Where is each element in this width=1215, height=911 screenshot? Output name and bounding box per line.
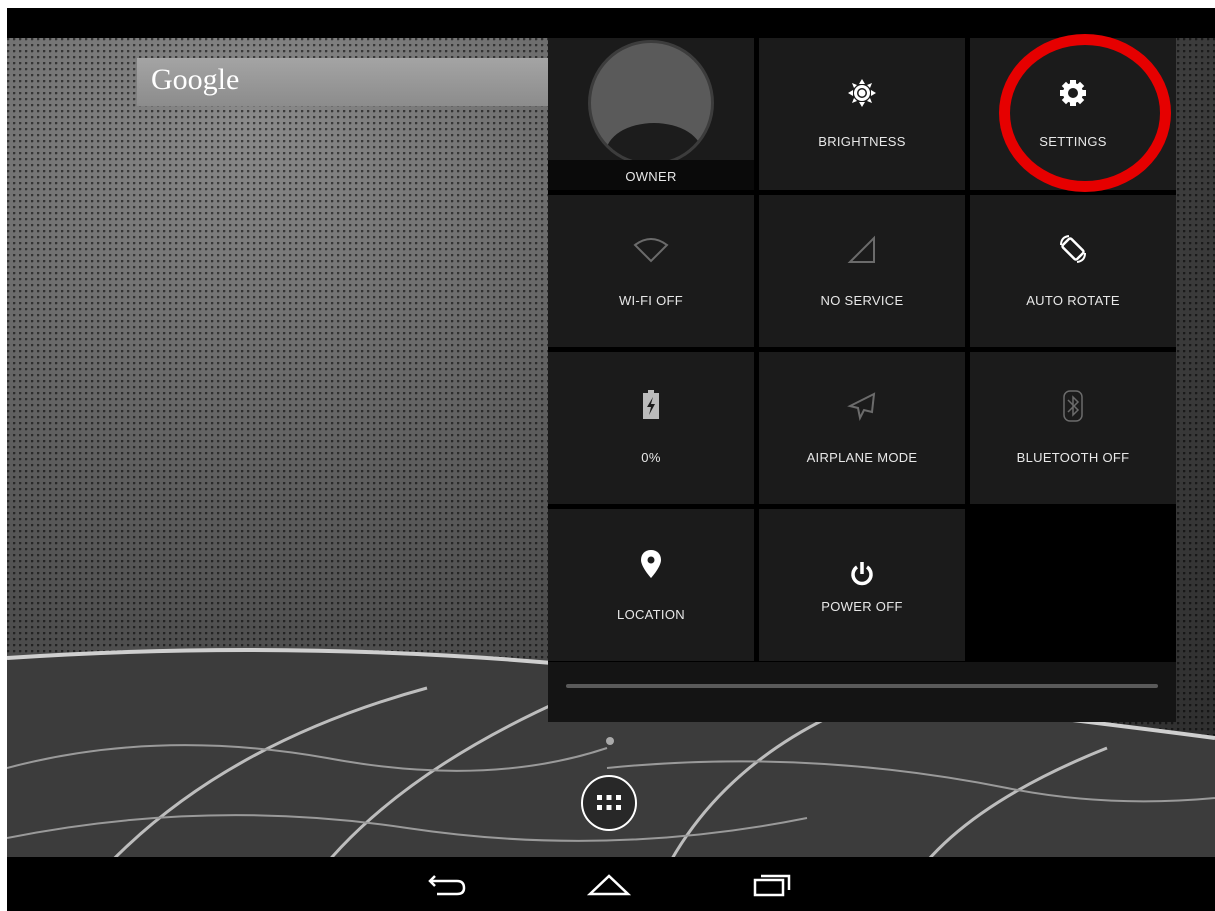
back-icon: [428, 875, 466, 896]
tile-battery[interactable]: 0%: [548, 352, 754, 504]
airplane-icon: [759, 390, 965, 422]
tile-airplane[interactable]: AIRPLANE MODE: [759, 352, 965, 504]
bluetooth-icon: [970, 390, 1176, 422]
signal-icon: [759, 235, 965, 265]
tile-label: AUTO ROTATE: [1026, 293, 1120, 308]
rotate-icon: [970, 233, 1176, 265]
tile-label: LOCATION: [617, 607, 685, 622]
status-bar[interactable]: [7, 8, 1215, 38]
recents-button[interactable]: [747, 869, 797, 899]
recents-icon: [753, 874, 791, 897]
location-pin-icon: [548, 549, 754, 579]
tablet-screen: Google OWNER BRIGHTNESS SETTINGS WI-FI O…: [7, 8, 1215, 911]
tile-signal[interactable]: NO SERVICE: [759, 195, 965, 347]
tile-label: BLUETOOTH OFF: [1016, 450, 1130, 465]
tile-power-off[interactable]: POWER OFF: [759, 509, 965, 661]
tile-label: AIRPLANE MODE: [806, 450, 918, 465]
tile-wifi[interactable]: WI-FI OFF: [548, 195, 754, 347]
wifi-off-icon: [548, 237, 754, 263]
tile-bluetooth[interactable]: BLUETOOTH OFF: [970, 352, 1176, 504]
panel-drag-handle[interactable]: [566, 684, 1158, 688]
page-indicator-dot: [606, 737, 614, 745]
tile-auto-rotate[interactable]: AUTO ROTATE: [970, 195, 1176, 347]
power-icon: [759, 561, 965, 587]
tile-label: OWNER: [625, 169, 677, 184]
tile-label: BRIGHTNESS: [818, 134, 906, 149]
home-icon: [587, 874, 631, 896]
back-button[interactable]: [422, 869, 472, 899]
tile-label: NO SERVICE: [820, 293, 904, 308]
settings-highlight-circle: [999, 34, 1171, 192]
tile-location[interactable]: LOCATION: [548, 509, 754, 661]
tile-label: POWER OFF: [821, 599, 903, 614]
tile-label: WI-FI OFF: [618, 293, 684, 308]
apps-grid-icon: [597, 795, 621, 810]
battery-charging-icon: [548, 390, 754, 420]
owner-avatar: [588, 40, 714, 166]
tile-owner[interactable]: OWNER: [548, 38, 754, 190]
navigation-bar: [7, 857, 1215, 911]
tile-brightness[interactable]: BRIGHTNESS: [759, 38, 965, 190]
panel-footer: [548, 662, 1176, 722]
tile-label: 0%: [641, 450, 661, 465]
google-search-bar[interactable]: Google: [137, 58, 557, 106]
brightness-icon: [759, 78, 965, 108]
home-button[interactable]: [584, 869, 634, 899]
app-drawer-button[interactable]: [581, 775, 637, 831]
